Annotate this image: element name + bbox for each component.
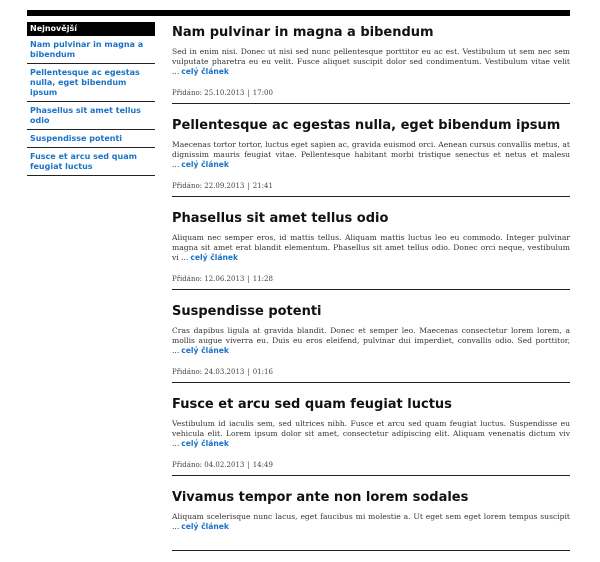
article-meta: Přidáno: 24.03.2013 | 01:16 (172, 368, 570, 376)
sidebar-link[interactable]: Pellentesque ac egestas nulla, eget bibe… (30, 68, 152, 98)
article-excerpt: Aliquam scelerisque nunc lacus, eget fau… (172, 512, 570, 532)
read-more-link[interactable]: celý článek (190, 253, 238, 262)
excerpt-text: Aliquam scelerisque nunc lacus, eget fau… (172, 512, 570, 531)
article-list: Nam pulvinar in magna a bibendum Sed in … (172, 22, 570, 562)
excerpt-text: Maecenas tortor tortor, luctus eget sapi… (172, 140, 570, 169)
meta-label: Přidáno: (172, 461, 203, 469)
read-more-link[interactable]: celý článek (181, 346, 229, 355)
excerpt-text: Vestibulum id iaculis sem, sed ultrices … (172, 419, 570, 448)
article: Phasellus sit amet tellus odio Aliquam n… (172, 208, 570, 290)
sidebar-item: Nam pulvinar in magna a bibendum (27, 36, 155, 64)
meta-separator: | (247, 461, 250, 469)
meta-separator: | (247, 89, 250, 97)
top-bar (27, 10, 570, 16)
meta-label: Přidáno: (172, 89, 203, 97)
sidebar-link[interactable]: Suspendisse potenti (30, 134, 152, 144)
article-meta: Přidáno: 04.02.2013 | 14:49 (172, 461, 570, 469)
sidebar-item: Pellentesque ac egestas nulla, eget bibe… (27, 64, 155, 102)
meta-label: Přidáno: (172, 368, 203, 376)
sidebar-heading: Nejnovější (27, 22, 155, 36)
sidebar-item: Phasellus sit amet tellus odio (27, 102, 155, 130)
article-title[interactable]: Phasellus sit amet tellus odio (172, 211, 570, 227)
article-excerpt: Cras dapibus ligula at gravida blandit. … (172, 326, 570, 356)
sidebar-list: Nam pulvinar in magna a bibendum Pellent… (27, 36, 155, 176)
article-excerpt: Aliquam nec semper eros, id mattis tellu… (172, 233, 570, 263)
article-meta: Přidáno: 12.06.2013 | 11:28 (172, 275, 570, 283)
sidebar-link[interactable]: Fusce et arcu sed quam feugiat luctus (30, 152, 152, 172)
article-meta: Přidáno: 25.10.2013 | 17:00 (172, 89, 570, 97)
article-time: 11:28 (252, 275, 273, 283)
read-more-link[interactable]: celý článek (181, 160, 229, 169)
read-more-link[interactable]: celý článek (181, 439, 229, 448)
excerpt-text: Sed in enim nisi. Donec ut nisi sed nunc… (172, 47, 570, 76)
meta-label: Přidáno: (172, 182, 203, 190)
meta-separator: | (247, 182, 250, 190)
article-title[interactable]: Nam pulvinar in magna a bibendum (172, 25, 570, 41)
article-date: 22.09.2013 (204, 182, 245, 190)
article-meta: Přidáno: 22.09.2013 | 21:41 (172, 182, 570, 190)
article-date: 25.10.2013 (204, 89, 245, 97)
sidebar-item: Suspendisse potenti (27, 130, 155, 148)
meta-separator: | (247, 275, 250, 283)
article-time: 21:41 (252, 182, 273, 190)
excerpt-text: Cras dapibus ligula at gravida blandit. … (172, 326, 570, 355)
article-title[interactable]: Fusce et arcu sed quam feugiat luctus (172, 397, 570, 413)
sidebar-item: Fusce et arcu sed quam feugiat luctus (27, 148, 155, 176)
meta-label: Přidáno: (172, 275, 203, 283)
article-time: 01:16 (252, 368, 273, 376)
article: Fusce et arcu sed quam feugiat luctus Ve… (172, 394, 570, 476)
article: Suspendisse potenti Cras dapibus ligula … (172, 301, 570, 383)
article-title[interactable]: Pellentesque ac egestas nulla, eget bibe… (172, 118, 570, 134)
article: Vivamus tempor ante non lorem sodales Al… (172, 487, 570, 551)
sidebar-link[interactable]: Phasellus sit amet tellus odio (30, 106, 152, 126)
meta-separator: | (247, 368, 250, 376)
article-excerpt: Maecenas tortor tortor, luctus eget sapi… (172, 140, 570, 170)
article-excerpt: Vestibulum id iaculis sem, sed ultrices … (172, 419, 570, 449)
sidebar-link[interactable]: Nam pulvinar in magna a bibendum (30, 40, 152, 60)
article-date: 24.03.2013 (204, 368, 245, 376)
article-excerpt: Sed in enim nisi. Donec ut nisi sed nunc… (172, 47, 570, 77)
read-more-link[interactable]: celý článek (181, 67, 229, 76)
article-time: 14:49 (252, 461, 273, 469)
article-time: 17:00 (252, 89, 273, 97)
read-more-link[interactable]: celý článek (181, 522, 229, 531)
article-title[interactable]: Vivamus tempor ante non lorem sodales (172, 490, 570, 506)
article: Pellentesque ac egestas nulla, eget bibe… (172, 115, 570, 197)
article: Nam pulvinar in magna a bibendum Sed in … (172, 22, 570, 104)
article-date: 04.02.2013 (204, 461, 245, 469)
article-date: 12.06.2013 (204, 275, 245, 283)
article-title[interactable]: Suspendisse potenti (172, 304, 570, 320)
sidebar: Nejnovější Nam pulvinar in magna a biben… (27, 22, 155, 176)
